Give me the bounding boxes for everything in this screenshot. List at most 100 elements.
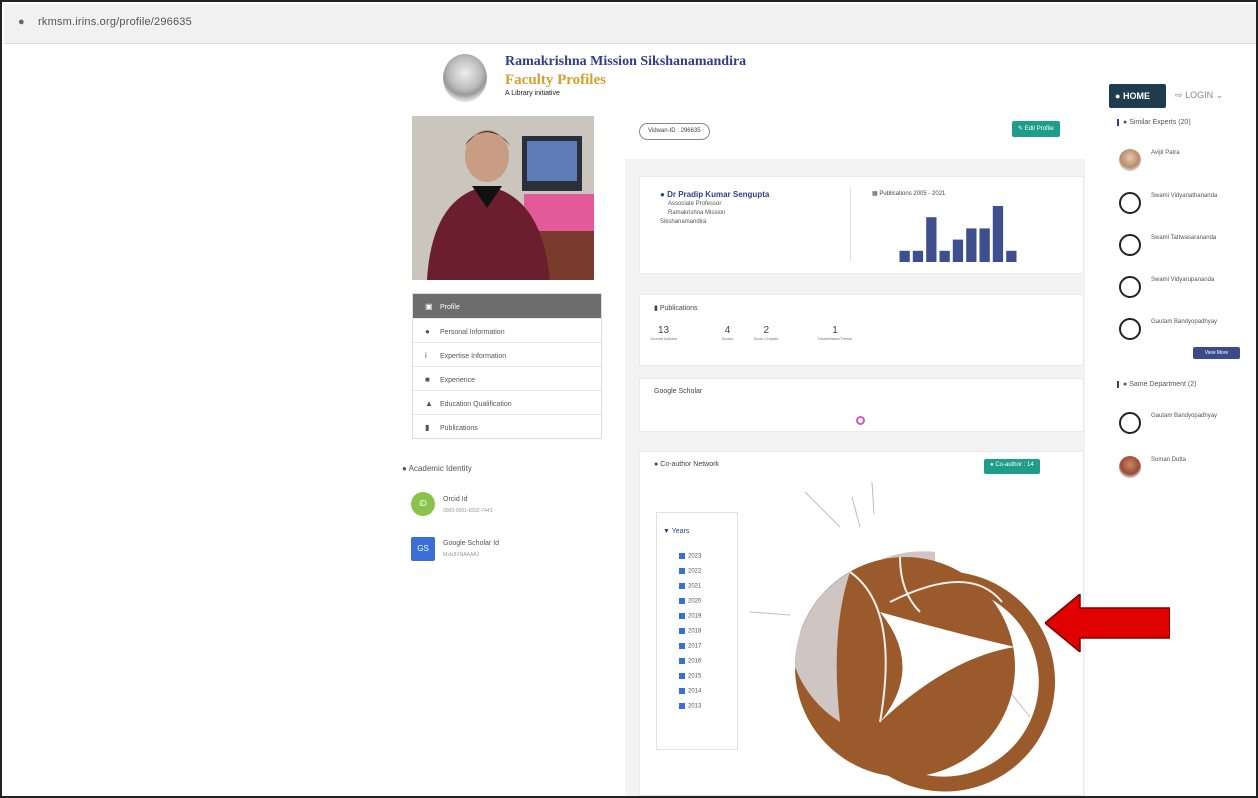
stat-count: 4 xyxy=(724,325,731,336)
publication-bar[interactable] xyxy=(939,250,950,262)
menu-item-profile[interactable]: ▣ Profile xyxy=(413,294,601,318)
expert-name: Avijit Patra xyxy=(1151,150,1180,156)
profile-affiliation: Ramakrishna Mission xyxy=(668,210,726,216)
network-icon: ● xyxy=(654,461,659,468)
years-filter-title: Years xyxy=(671,528,690,535)
checkbox-icon[interactable] xyxy=(679,613,685,619)
menu-item-label: Personal Information xyxy=(440,329,505,336)
year-checkbox-2020[interactable]: 2020 xyxy=(679,598,701,605)
address-bar[interactable]: ● rkmsm.irins.org/profile/296635 xyxy=(4,4,1256,44)
publication-bar[interactable] xyxy=(992,206,1004,262)
user-icon: ● xyxy=(1123,381,1128,388)
years-filter: ▼ Years 2023 2022 2021 2020 2019 2018 2017 2016… xyxy=(656,512,738,750)
year-label: 2021 xyxy=(688,583,702,590)
chord-arcs xyxy=(795,551,1056,792)
menu-item-label: Experience xyxy=(440,377,476,384)
publication-bar[interactable] xyxy=(912,250,924,262)
avatar xyxy=(1119,149,1141,171)
edit-profile-label: Edit Profile xyxy=(1024,126,1054,132)
publication-stat-thesis[interactable]: 1 Dissertation/Thesis xyxy=(818,325,852,341)
year-label: 2013 xyxy=(688,703,702,710)
avatar xyxy=(1119,456,1141,478)
book-icon: ▮ xyxy=(425,423,430,432)
institution-logo xyxy=(443,54,487,102)
checkbox-icon[interactable] xyxy=(679,658,685,664)
checkbox-icon[interactable] xyxy=(679,553,685,559)
google-scholar-label[interactable]: Google Scholar Id xyxy=(443,540,499,547)
user-avatar-icon xyxy=(1119,318,1141,340)
browser-window: ● rkmsm.irins.org/profile/296635 Ramakri… xyxy=(0,0,1258,798)
checkbox-icon[interactable] xyxy=(679,628,685,634)
publication-stat-journal[interactable]: 13 Journal Articles xyxy=(650,325,677,341)
home-label: HOME xyxy=(1122,91,1150,101)
publication-bar[interactable] xyxy=(979,228,990,262)
checkbox-icon[interactable] xyxy=(679,688,685,694)
coauthor-heading-text: Co-author Network xyxy=(660,461,719,468)
login-button[interactable]: ⇨ LOGIN ⌄ xyxy=(1175,90,1223,101)
google-scholar-value: MxIx8XNAAAAJ xyxy=(443,552,480,558)
publications-chart-title: ▦ Publications 2005 - 2021 xyxy=(872,190,945,197)
year-label: 2014 xyxy=(688,688,702,695)
coauthor-chord-diagram[interactable] xyxy=(730,482,1080,797)
publication-bar[interactable] xyxy=(1006,250,1017,262)
publication-bar[interactable] xyxy=(952,239,964,262)
year-checkbox-2013[interactable]: 2013 xyxy=(679,703,701,710)
checkbox-icon[interactable] xyxy=(679,643,685,649)
briefcase-icon: ■ xyxy=(425,375,430,384)
checkbox-icon[interactable] xyxy=(679,703,685,709)
year-checkbox-2016[interactable]: 2016 xyxy=(679,658,701,665)
year-checkbox-2021[interactable]: 2021 xyxy=(679,583,701,590)
coauthor-count-button[interactable]: ● Co-author : 14 xyxy=(984,459,1040,474)
menu-item-expertise-information[interactable]: i Expertise Information xyxy=(413,342,601,366)
expert-name: Swami Vidyanathananda xyxy=(1151,193,1218,199)
same-department-heading: ● Same Department (2) xyxy=(1117,381,1197,388)
home-button[interactable]: ● HOME xyxy=(1109,84,1166,108)
checkbox-icon[interactable] xyxy=(679,568,685,574)
menu-item-publications[interactable]: ▮ Publications xyxy=(413,414,601,438)
profile-summary-card: ● Dr Pradip Kumar Sengupta Associate Pro… xyxy=(639,176,1084,274)
publication-bar[interactable] xyxy=(926,217,937,262)
publications-heading: ▮ Publications xyxy=(654,304,698,312)
login-icon: ⇨ xyxy=(1175,90,1183,100)
orcid-icon[interactable]: iD xyxy=(411,492,435,516)
book-icon: ▮ xyxy=(654,305,658,312)
year-label: 2020 xyxy=(688,598,702,605)
year-checkbox-2014[interactable]: 2014 xyxy=(679,688,701,695)
coauthor-count-label: Co-author : 14 xyxy=(995,462,1034,468)
year-checkbox-2017[interactable]: 2017 xyxy=(679,643,701,650)
orcid-label[interactable]: Orcid Id xyxy=(443,496,468,503)
publication-bar[interactable] xyxy=(966,228,977,262)
publication-stat-books[interactable]: 4 Books xyxy=(722,325,733,341)
checkbox-icon[interactable] xyxy=(679,598,685,604)
menu-item-education-qualification[interactable]: ▲ Education Qualification xyxy=(413,390,601,414)
profile-photo xyxy=(412,116,594,280)
year-checkbox-2022[interactable]: 2022 xyxy=(679,568,701,575)
year-checkbox-2018[interactable]: 2018 xyxy=(679,628,701,635)
menu-item-experience[interactable]: ■ Experience xyxy=(413,366,601,390)
url-text[interactable]: rkmsm.irins.org/profile/296635 xyxy=(38,16,192,28)
fingerprint-icon: ● xyxy=(402,464,407,473)
coauthor-network-card: ● Co-author Network ● Co-author : 14 ▼ Y… xyxy=(639,451,1084,796)
year-label: 2018 xyxy=(688,628,702,635)
checkbox-icon[interactable] xyxy=(679,673,685,679)
stat-label: Journal Articles xyxy=(650,336,678,341)
year-checkbox-2019[interactable]: 2019 xyxy=(679,613,701,620)
publication-bar[interactable] xyxy=(899,250,910,262)
edit-icon: ✎ xyxy=(1018,126,1024,132)
vidwan-id-badge: Vidwan-ID : 296635 xyxy=(639,123,710,140)
bar-chart-icon: ▦ xyxy=(872,191,878,197)
menu-item-personal-information[interactable]: ● Personal Information xyxy=(413,318,601,342)
user-icon: ● xyxy=(425,327,430,336)
graduation-cap-icon: ▲ xyxy=(425,399,433,408)
checkbox-icon[interactable] xyxy=(679,583,685,589)
view-more-button[interactable]: View More xyxy=(1193,347,1240,359)
year-checkbox-2015[interactable]: 2015 xyxy=(679,673,701,680)
publication-stat-book-chapter[interactable]: 2 Book Chapter xyxy=(754,325,778,341)
expert-name: Soman Dutta xyxy=(1151,457,1187,463)
academic-identity-title: Academic Identity xyxy=(408,464,472,473)
years-filter-heading: ▼ Years xyxy=(663,528,689,535)
edit-profile-button[interactable]: ✎ Edit Profile xyxy=(1012,121,1060,137)
google-scholar-icon[interactable]: GS xyxy=(411,537,435,561)
profile-menu: ▣ Profile ● Personal Information i Expertis… xyxy=(412,293,602,439)
year-checkbox-2023[interactable]: 2023 xyxy=(679,553,701,560)
